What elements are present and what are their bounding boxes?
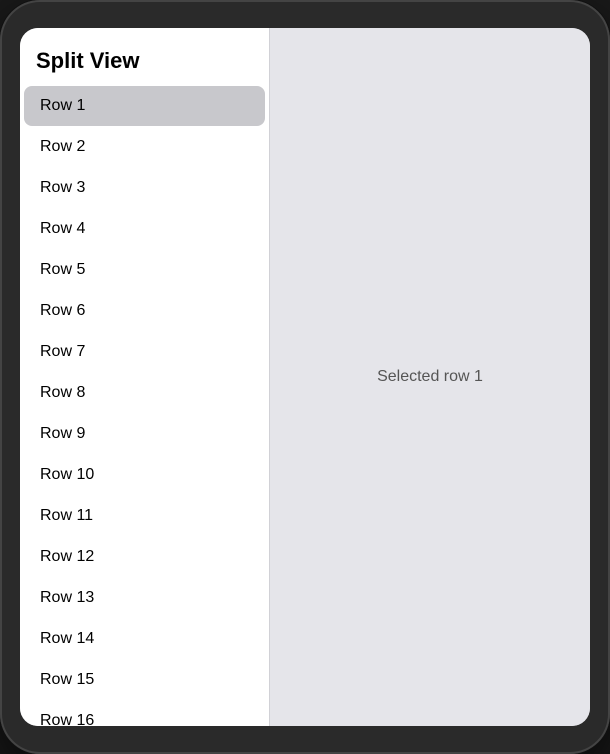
list-item[interactable]: Row 6	[24, 291, 265, 331]
device-frame: Split View Row 1Row 2Row 3Row 4Row 5Row …	[0, 0, 610, 754]
list-item[interactable]: Row 13	[24, 578, 265, 618]
list-item[interactable]: Row 1	[24, 86, 265, 126]
list-item[interactable]: Row 15	[24, 660, 265, 700]
list-item[interactable]: Row 3	[24, 168, 265, 208]
list-item[interactable]: Row 8	[24, 373, 265, 413]
list-item[interactable]: Row 14	[24, 619, 265, 659]
app-title: Split View	[20, 28, 269, 86]
list-item[interactable]: Row 5	[24, 250, 265, 290]
list-item[interactable]: Row 9	[24, 414, 265, 454]
list-item[interactable]: Row 7	[24, 332, 265, 372]
list-item[interactable]: Row 4	[24, 209, 265, 249]
list-item[interactable]: Row 10	[24, 455, 265, 495]
list-item[interactable]: Row 2	[24, 127, 265, 167]
detail-text: Selected row 1	[377, 368, 483, 386]
screen: Split View Row 1Row 2Row 3Row 4Row 5Row …	[20, 28, 590, 726]
list-item[interactable]: Row 16	[24, 701, 265, 726]
detail-panel: Selected row 1	[270, 28, 590, 726]
list-item[interactable]: Row 11	[24, 496, 265, 536]
list-panel[interactable]: Split View Row 1Row 2Row 3Row 4Row 5Row …	[20, 28, 270, 726]
list-item[interactable]: Row 12	[24, 537, 265, 577]
list-items-container[interactable]: Row 1Row 2Row 3Row 4Row 5Row 6Row 7Row 8…	[20, 86, 269, 726]
